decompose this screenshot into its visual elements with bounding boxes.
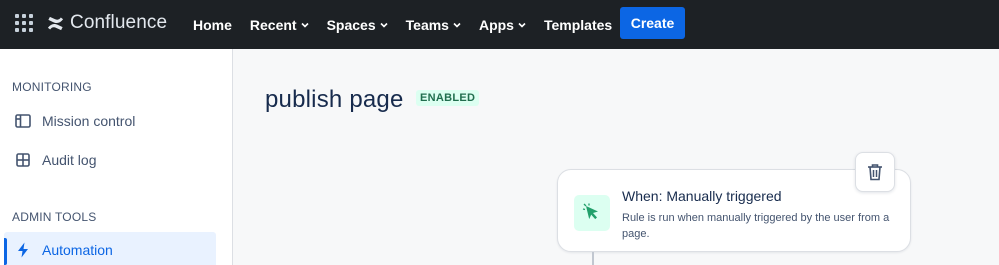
flow-connector — [592, 252, 594, 265]
lightning-bolt-icon — [14, 241, 32, 259]
nav-templates-label: Templates — [543, 16, 613, 33]
chevron-down-icon — [380, 22, 388, 28]
page-title: publish page — [265, 86, 404, 113]
chevron-down-icon — [453, 22, 461, 28]
sidebar: MONITORING Mission control Audit log ADM… — [0, 49, 233, 265]
grid-table-icon — [14, 151, 32, 169]
sidebar-item-automation[interactable]: Automation — [4, 232, 216, 265]
chevron-down-icon — [518, 22, 526, 28]
status-badge: ENABLED — [416, 90, 480, 106]
sidebar-item-label: Audit log — [42, 152, 97, 168]
section-title-admin-tools: ADMIN TOOLS — [12, 210, 97, 224]
sidebar-item-mission-control[interactable]: Mission control — [4, 103, 216, 139]
create-button[interactable]: Create — [620, 7, 685, 39]
nav-spaces-label: Spaces — [326, 16, 376, 33]
nav-teams-label: Teams — [405, 16, 449, 33]
active-indicator — [4, 238, 7, 265]
trash-icon — [868, 164, 882, 181]
nav-templates[interactable]: Templates — [535, 9, 621, 41]
sidebar-item-label: Automation — [42, 242, 113, 258]
sidebar-item-label: Mission control — [42, 113, 136, 129]
nav-apps-label: Apps — [478, 16, 514, 33]
nav-teams[interactable]: Teams — [397, 9, 470, 41]
nav-recent[interactable]: Recent — [241, 9, 318, 41]
section-title-monitoring: MONITORING — [12, 80, 92, 94]
nav-home-label: Home — [193, 16, 232, 33]
top-navigation: Confluence Home Recent Spaces Teams Apps… — [0, 0, 999, 49]
delete-button[interactable] — [855, 152, 895, 192]
confluence-logo[interactable]: Confluence — [46, 12, 167, 34]
confluence-logo-icon — [47, 16, 64, 30]
trigger-description: Rule is run when manually triggered by t… — [622, 212, 890, 240]
app-name: Confluence — [70, 12, 168, 33]
cursor-click-icon — [574, 195, 610, 231]
nav-apps[interactable]: Apps — [470, 9, 535, 41]
nav-recent-label: Recent — [249, 16, 297, 33]
sidebar-item-audit-log[interactable]: Audit log — [4, 142, 216, 178]
app-switcher-icon[interactable] — [14, 13, 34, 33]
nav-items: Home Recent Spaces Teams Apps Templates — [184, 0, 621, 49]
panel-layout-icon — [14, 112, 32, 130]
nav-spaces[interactable]: Spaces — [318, 9, 397, 41]
nav-home[interactable]: Home — [184, 9, 241, 41]
chevron-down-icon — [301, 22, 309, 28]
trigger-title: When: Manually triggered — [622, 188, 782, 204]
